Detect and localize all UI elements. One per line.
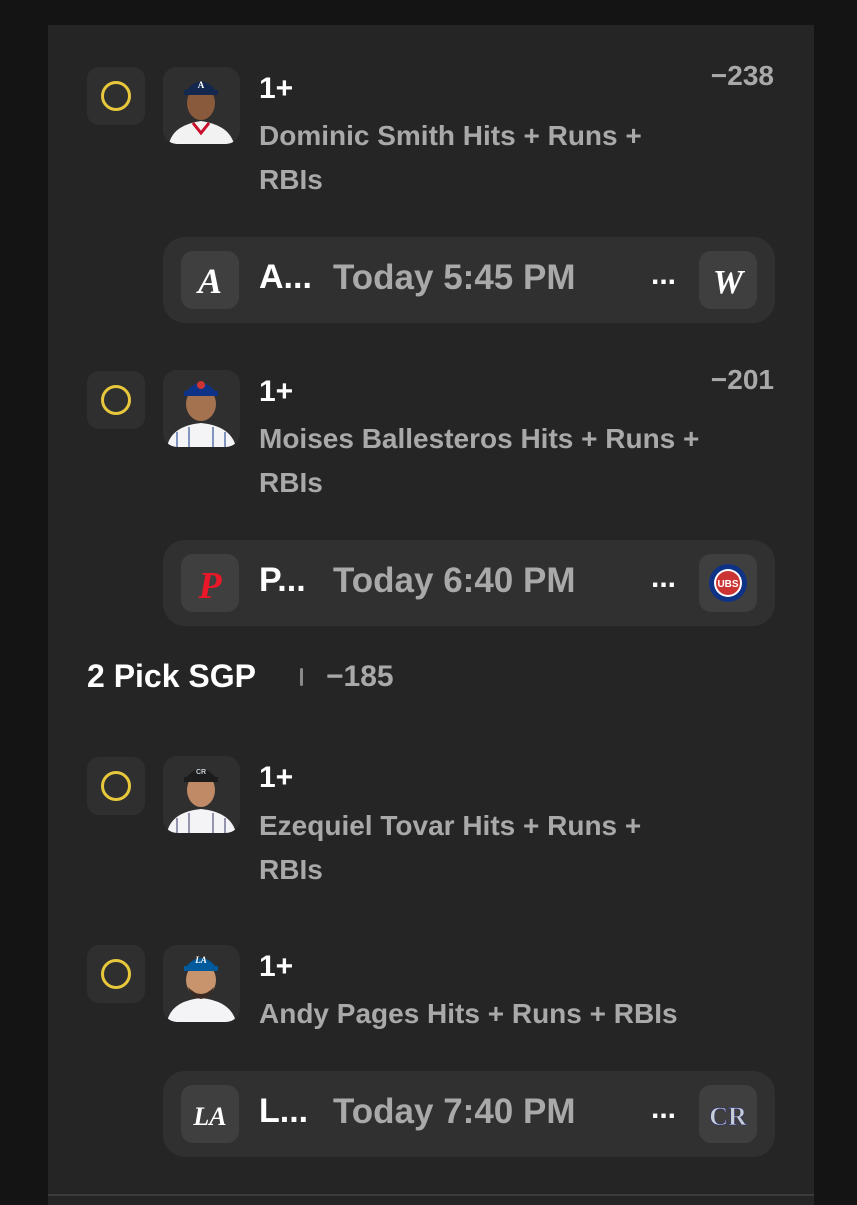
pick-checkbox[interactable] xyxy=(87,67,145,125)
svg-text:CR: CR xyxy=(709,1102,747,1131)
radio-ring-icon xyxy=(101,385,131,415)
pick-line: 1+ xyxy=(259,950,294,983)
pick-market: Ezequiel Tovar Hits + Runs + RBIs xyxy=(259,810,642,885)
pick-line: 1+ xyxy=(259,375,294,408)
pick-line: 1+ xyxy=(259,761,294,794)
player-headshot-dodgers-icon: LA xyxy=(163,945,240,1022)
game-info-bar[interactable]: LA L... Today 7:40 PM ... CR xyxy=(163,1071,775,1157)
svg-text:UBS: UBS xyxy=(717,579,738,590)
game-time: Today 7:40 PM xyxy=(333,1092,576,1131)
divider xyxy=(48,1194,814,1196)
away-team-abbr: P... xyxy=(259,561,306,599)
pick-checkbox[interactable] xyxy=(87,945,145,1003)
away-team-abbr: A... xyxy=(259,258,312,296)
divider xyxy=(300,668,303,686)
phillies-logo-icon: P xyxy=(181,554,239,612)
more-dots[interactable]: ... xyxy=(651,1092,676,1126)
dodgers-logo-icon: LA xyxy=(181,1085,239,1143)
radio-ring-icon xyxy=(101,771,131,801)
pick-odds: −238 xyxy=(710,60,774,91)
svg-text:W: W xyxy=(713,264,746,301)
sgp-odds: −185 xyxy=(326,660,394,693)
svg-text:CR: CR xyxy=(196,769,206,776)
game-time: Today 6:40 PM xyxy=(333,561,576,600)
game-info-bar[interactable]: P P... Today 6:40 PM ... UBS xyxy=(163,540,775,626)
braves-logo-icon: A xyxy=(181,251,239,309)
svg-text:A: A xyxy=(198,80,205,90)
radio-ring-icon xyxy=(101,959,131,989)
pick-market: Andy Pages Hits + Runs + RBIs xyxy=(259,998,678,1029)
game-time: Today 5:45 PM xyxy=(333,258,576,297)
pick-checkbox[interactable] xyxy=(87,757,145,815)
away-team-abbr: L... xyxy=(259,1092,309,1130)
cubs-logo-icon: UBS xyxy=(699,554,757,612)
player-headshot-cubs-icon xyxy=(163,370,240,447)
svg-text:A: A xyxy=(196,261,222,301)
pick-odds: −201 xyxy=(710,364,774,395)
svg-text:LA: LA xyxy=(192,1102,226,1131)
sgp-label: 2 Pick SGP xyxy=(87,658,256,694)
pick-checkbox[interactable] xyxy=(87,371,145,429)
svg-text:P: P xyxy=(197,565,222,607)
more-dots[interactable]: ... xyxy=(651,258,676,292)
more-dots[interactable]: ... xyxy=(651,561,676,595)
nationals-logo-icon: W xyxy=(699,251,757,309)
player-headshot-rockies-icon: CR xyxy=(163,756,240,833)
player-headshot-braves-icon: A xyxy=(163,67,240,144)
pick-market: Dominic Smith Hits + Runs + RBIs xyxy=(259,120,642,195)
pick-line: 1+ xyxy=(259,72,294,105)
game-info-bar[interactable]: A A... Today 5:45 PM ... W xyxy=(163,237,775,323)
pick-market: Moises Ballesteros Hits + Runs + RBIs xyxy=(259,423,700,498)
rockies-logo-icon: CR xyxy=(699,1085,757,1143)
radio-ring-icon xyxy=(101,81,131,111)
svg-text:LA: LA xyxy=(194,955,207,965)
